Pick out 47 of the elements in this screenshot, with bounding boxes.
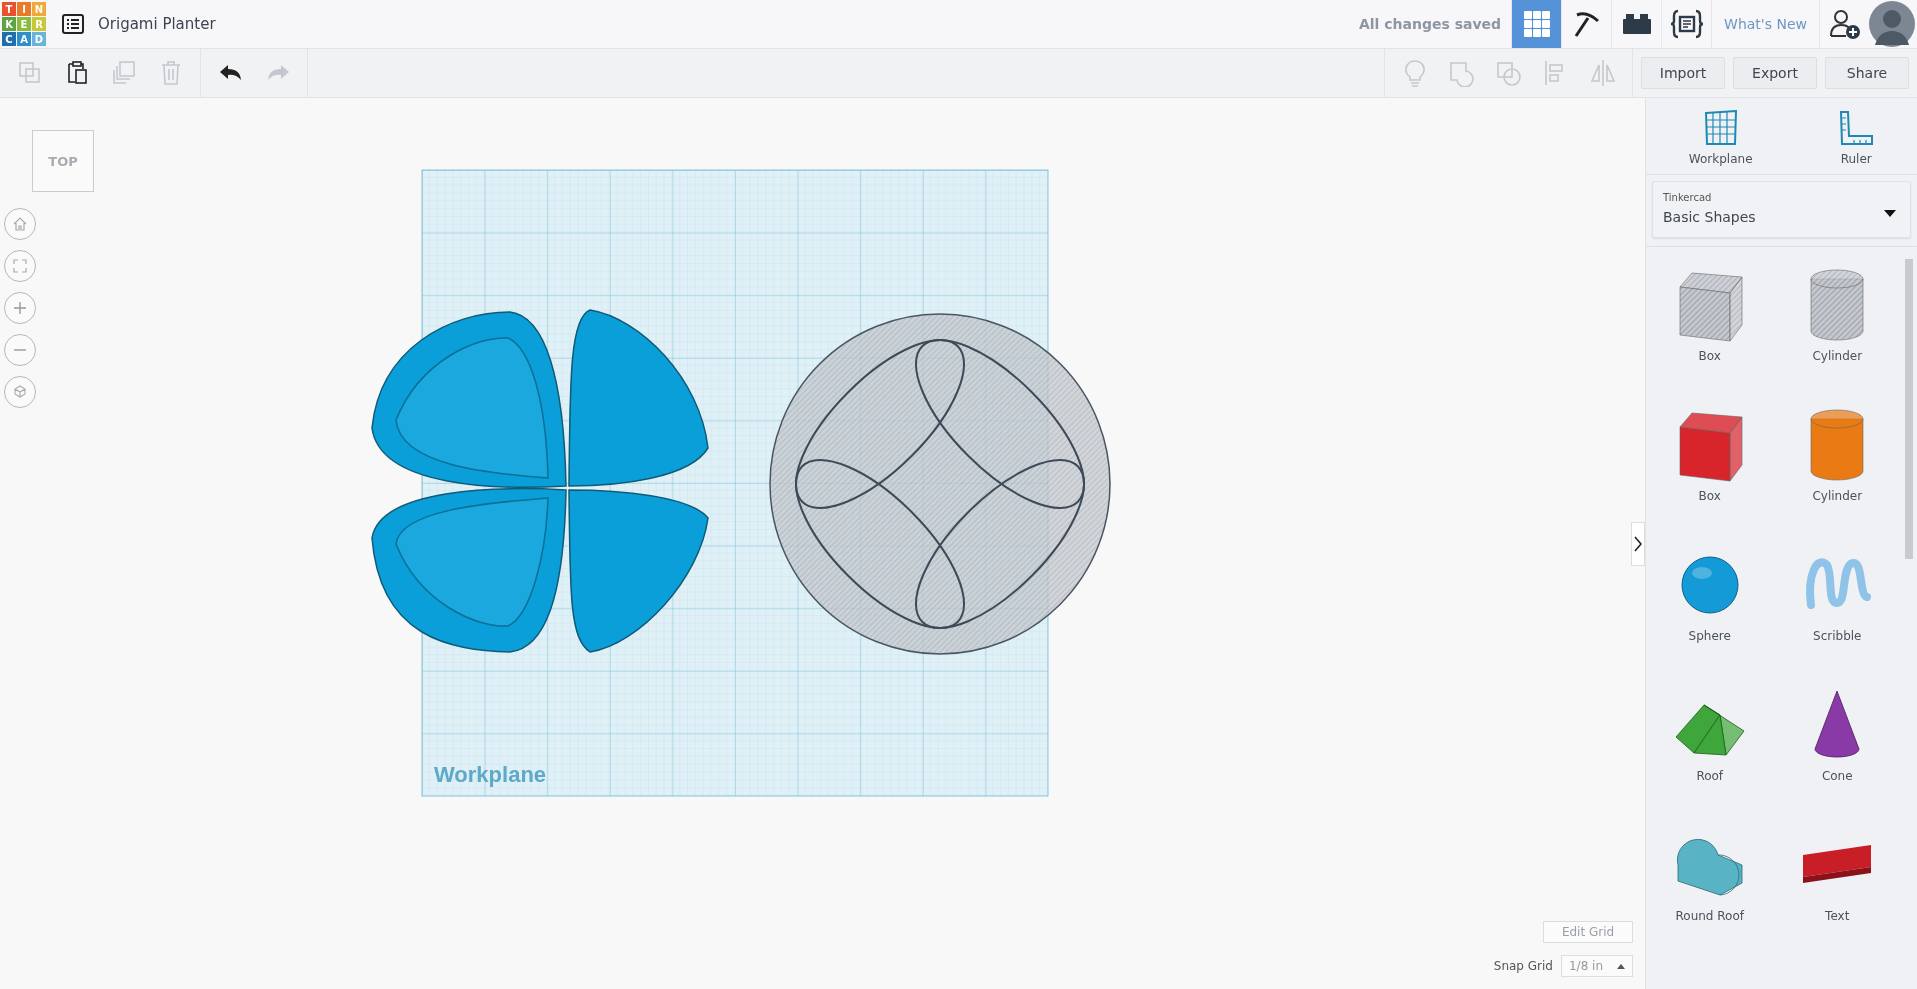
- brick-icon: [1621, 13, 1652, 35]
- shape-tile[interactable]: Cylinder: [1773, 405, 1901, 545]
- save-status: All changes saved: [1358, 16, 1502, 32]
- logo-letter: E: [17, 17, 31, 31]
- shape-tile[interactable]: Cone: [1773, 685, 1901, 825]
- logo-letter: A: [17, 32, 31, 46]
- action-button[interactable]: Export: [1733, 57, 1817, 89]
- action-button[interactable]: Share: [1825, 57, 1909, 89]
- ruler-tool-button[interactable]: Ruler: [1838, 110, 1875, 166]
- action-button[interactable]: Import: [1641, 57, 1725, 89]
- shape-tile[interactable]: Roof: [1646, 685, 1774, 825]
- fit-view-icon[interactable]: [4, 250, 36, 282]
- logo-letter: N: [32, 2, 46, 16]
- design-title[interactable]: Origami Planter: [98, 15, 216, 33]
- logo-letter: D: [32, 32, 46, 46]
- caret-icon: [1617, 963, 1625, 969]
- shape-tile[interactable]: Scribble: [1773, 545, 1901, 685]
- logo-letter: C: [2, 32, 16, 46]
- logo-letter: K: [2, 17, 16, 31]
- caret-icon: [1884, 210, 1896, 217]
- workplane-grid-icon: [1702, 110, 1739, 146]
- zoom-out-icon[interactable]: [4, 334, 36, 366]
- grid-icon: [1522, 10, 1551, 38]
- avatar[interactable]: [1869, 1, 1915, 47]
- ruler-icon: [1838, 110, 1875, 146]
- collapse-panel-button[interactable]: [1631, 522, 1645, 566]
- home-icon[interactable]: [4, 208, 36, 240]
- shape-tile[interactable]: Cylinder: [1773, 265, 1901, 405]
- workplane-tool-button[interactable]: Workplane: [1688, 110, 1753, 166]
- logo-letter: R: [32, 17, 46, 31]
- workplane-label: Workplane: [434, 762, 547, 787]
- perspective-icon[interactable]: [4, 376, 36, 408]
- design-list-icon[interactable]: [62, 14, 84, 34]
- snap-grid-label: Snap Grid: [1493, 959, 1553, 973]
- code-braces-icon: [1669, 9, 1704, 39]
- shape-tile[interactable]: Box: [1646, 405, 1774, 545]
- hole-sphere-drawing[interactable]: [769, 313, 1111, 655]
- shape-tile[interactable]: Box: [1646, 265, 1774, 405]
- logo-letter: I: [17, 2, 31, 16]
- zoom-in-icon[interactable]: [4, 292, 36, 324]
- logo-letter: T: [2, 2, 16, 16]
- shape-tile[interactable]: Round Roof: [1646, 825, 1774, 965]
- quarter-shell-drawing[interactable]: [371, 309, 709, 653]
- shape-tile[interactable]: Sphere: [1646, 545, 1774, 685]
- chevron-icon: [1634, 536, 1642, 552]
- shape-tile[interactable]: Text: [1773, 825, 1901, 965]
- shape-library-dropdown[interactable]: Tinkercad Basic Shapes: [1652, 181, 1911, 238]
